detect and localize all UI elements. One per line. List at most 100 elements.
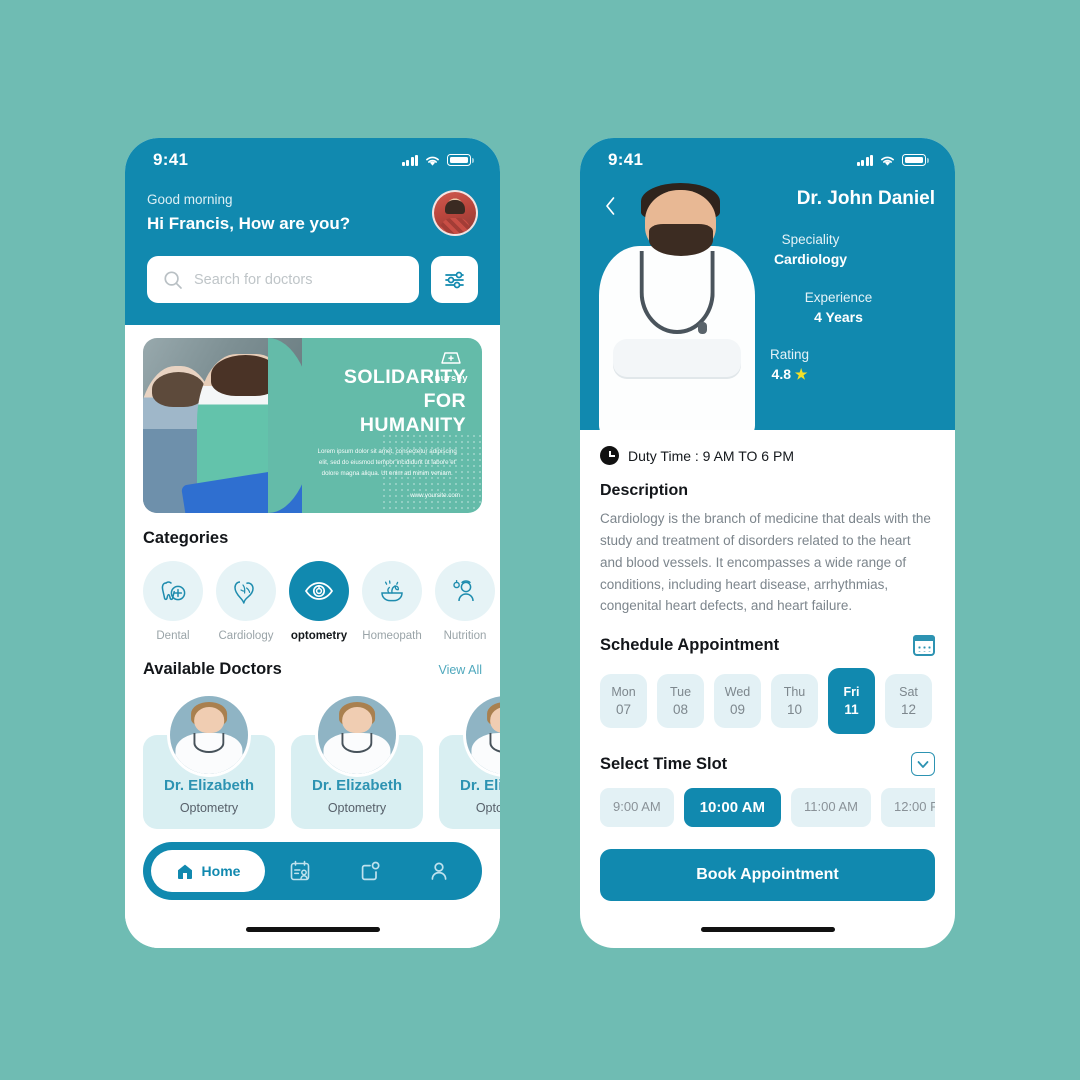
category-optometry[interactable]: optometry (289, 561, 349, 642)
date-day: Fri (843, 685, 860, 700)
tab-home[interactable]: Home (151, 850, 265, 892)
category-label: Homeopath (362, 630, 422, 642)
herbal-bowl-icon-wrap (362, 561, 422, 621)
heart-icon-wrap (216, 561, 276, 621)
greeting-large: Hi Francis, How are you? (147, 214, 351, 233)
doctor-info: Dr. John Daniel Speciality Cardiology Ex… (740, 188, 955, 383)
rating-value: 4.8 (771, 366, 791, 382)
book-appointment-button[interactable]: Book Appointment (600, 849, 935, 902)
expand-slots-button[interactable] (911, 752, 935, 777)
phone-home-screen: 9:41 Good morning Hi Francis, How are yo… (125, 138, 500, 948)
doctors-title: Available Doctors (143, 660, 282, 678)
view-all-link[interactable]: View All (438, 663, 482, 677)
tab-appointments[interactable] (265, 850, 335, 892)
filter-sliders-icon (444, 271, 464, 288)
user-avatar[interactable] (432, 190, 478, 236)
date-num: 09 (729, 702, 746, 718)
star-icon: ★ (794, 366, 808, 382)
date-day: Mon (611, 685, 636, 700)
date-day: Sat (899, 685, 918, 700)
date-option[interactable]: Wed 09 (714, 674, 761, 729)
doctor-speciality: Optometry (179, 801, 239, 815)
doctor-photo (315, 693, 399, 777)
status-time: 9:41 (608, 150, 644, 169)
date-num: 11 (844, 702, 859, 718)
promo-banner[interactable]: nursey SOLIDARITY FOR HUMANITY Lorem ips… (143, 338, 482, 513)
doctor-card[interactable]: Dr. Elizabeth Optometry (143, 693, 275, 829)
bottom-tab-bar[interactable]: Home (143, 842, 482, 900)
back-button[interactable] (598, 194, 622, 218)
categories-list[interactable]: Dental Cardiology optometry Homeopath Nu… (125, 548, 500, 642)
doctor-photo (463, 693, 500, 777)
timeslot-header: Select Time Slot (600, 752, 935, 777)
tooth-icon (161, 581, 186, 601)
chevron-down-icon (917, 760, 929, 768)
status-icons (856, 154, 929, 167)
doctor-detail-body: Duty Time : 9 AM TO 6 PM Description Car… (580, 430, 955, 902)
tab-notifications[interactable] (335, 850, 405, 892)
filter-button[interactable] (431, 256, 478, 303)
herbal-bowl-icon (381, 580, 403, 602)
date-day: Tue (669, 685, 692, 700)
home-indicator (700, 927, 835, 932)
date-option[interactable]: Sat 12 (885, 674, 932, 729)
category-homeopath[interactable]: Homeopath (362, 561, 422, 642)
date-option[interactable]: Tue 08 (657, 674, 704, 729)
category-dental[interactable]: Dental (143, 561, 203, 642)
timeslot-option-selected[interactable]: 10:00 AM (683, 788, 782, 828)
cellular-bars-icon (401, 154, 418, 166)
profile-icon (431, 862, 447, 880)
nurse-cap-icon (441, 352, 461, 364)
date-num: 07 (615, 702, 632, 718)
banner-url: www.yoursite.com (410, 491, 460, 499)
tab-profile[interactable] (404, 850, 474, 892)
doctor-speciality: Optometry (475, 801, 500, 815)
heart-icon (234, 581, 254, 604)
doctors-header: Available Doctors View All (125, 660, 500, 679)
home-indicator (245, 927, 380, 932)
calendar-icon[interactable] (913, 635, 935, 657)
timeslot-option[interactable]: 11:00 AM (791, 788, 871, 828)
date-option[interactable]: Mon 07 (600, 674, 647, 729)
banner-headline-2: FOR HUMANITY (359, 389, 466, 436)
search-placeholder-text: Search for doctors (194, 271, 313, 288)
battery-icon (447, 154, 474, 166)
timeslot-title: Select Time Slot (600, 754, 728, 773)
search-input[interactable]: Search for doctors (147, 256, 419, 303)
category-label: optometry (290, 630, 348, 642)
doctor-card[interactable]: Dr. Elizabeth Optometry (291, 693, 423, 829)
speciality-label: Speciality (781, 232, 840, 247)
doctor-photo (167, 693, 251, 777)
timeslot-selector[interactable]: 9:00 AM 10:00 AM 11:00 AM 12:00 PM 1:00 … (600, 788, 935, 828)
clock-icon (600, 446, 619, 465)
wifi-icon (426, 156, 439, 166)
status-icons (401, 154, 474, 167)
phone-detail-screen: 9:41 Dr. John Daniel Speciality Cardiolo… (580, 138, 955, 948)
rating-label: Rating (769, 347, 810, 362)
date-selector[interactable]: Mon 07 Tue 08 Wed 09 Thu 10 Fri 11 Sat 1… (600, 668, 935, 735)
doctor-name: Dr. Elizabeth (459, 777, 500, 794)
date-num: 12 (900, 702, 917, 718)
notifications-icon (361, 861, 380, 881)
nutritionist-icon-wrap (435, 561, 495, 621)
timeslot-option[interactable]: 9:00 AM (600, 788, 674, 828)
doctors-list[interactable]: Dr. Elizabeth Optometry Dr. Elizabeth Op… (125, 679, 500, 829)
duty-time-text: Duty Time : 9 AM TO 6 PM (628, 447, 794, 464)
date-option-selected[interactable]: Fri 11 (828, 668, 875, 735)
description-title: Description (600, 482, 689, 499)
date-num: 08 (672, 702, 689, 718)
greeting-row: Good morning Hi Francis, How are you? (125, 182, 500, 236)
categories-title: Categories (143, 529, 229, 547)
battery-icon (902, 154, 929, 166)
eye-icon (304, 582, 334, 600)
chevron-left-icon (605, 197, 614, 215)
schedule-title: Schedule Appointment (600, 636, 780, 655)
search-icon (164, 270, 182, 289)
doctor-card[interactable]: Dr. Elizabeth Optometry (439, 693, 500, 829)
category-label: Dental (156, 630, 190, 642)
category-cardiology[interactable]: Cardiology (216, 561, 276, 642)
timeslot-option[interactable]: 12:00 PM (880, 788, 935, 828)
greeting-small: Good morning (147, 192, 233, 207)
date-option[interactable]: Thu 10 (771, 674, 818, 729)
category-nutrition[interactable]: Nutrition (435, 561, 495, 642)
